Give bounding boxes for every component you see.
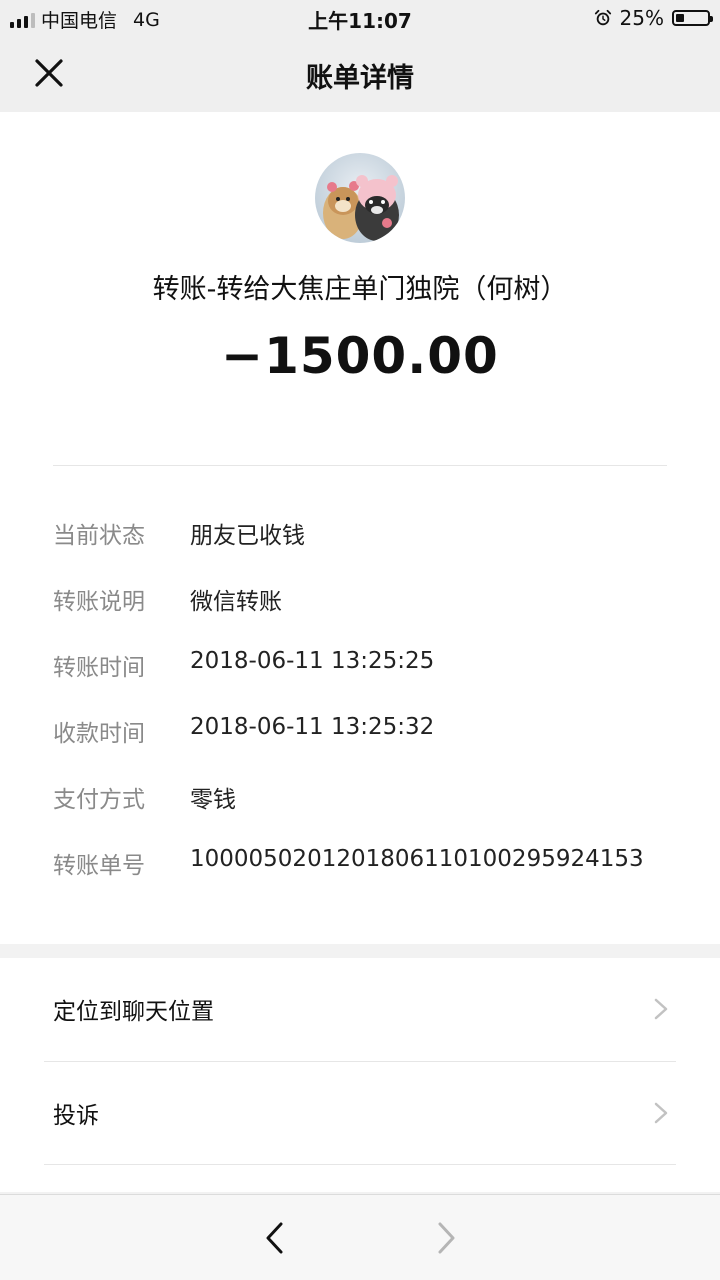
divider [53,465,667,466]
detail-value: 微信转账 [190,589,282,615]
transaction-amount: −1500.00 [221,327,499,385]
locate-in-chat-item[interactable]: 定位到聊天位置 [0,958,720,1060]
bottom-toolbar [0,1194,720,1280]
back-arrow-icon[interactable] [262,1221,288,1255]
detail-label: 收款时间 [53,721,145,747]
action-list: 定位到聊天位置 投诉 [0,958,720,1192]
divider [44,1164,676,1165]
action-label: 定位到聊天位置 [53,999,214,1025]
detail-row-status: 当前状态 朋友已收钱 [53,502,673,568]
page-title: 账单详情 [306,63,414,94]
detail-value: 2018-06-11 13:25:32 [190,714,435,740]
avatar-image [315,153,405,243]
status-bar: 中国电信 4G 上午11:07 25% [0,0,720,36]
forward-arrow-icon[interactable] [433,1221,459,1255]
detail-value: 2018-06-11 13:25:25 [190,648,435,674]
bill-detail-card: 转账-转给大焦庄单门独院（何树） −1500.00 当前状态 朋友已收钱 转账说… [0,112,720,944]
status-right: 25% [594,6,713,30]
action-label: 投诉 [53,1103,99,1129]
detail-label: 支付方式 [53,787,145,813]
detail-label: 转账单号 [53,853,145,879]
detail-row-note: 转账说明 微信转账 [53,568,673,634]
detail-row-transfer-time: 转账时间 2018-06-11 13:25:25 [53,634,673,700]
detail-value: 零钱 [190,787,236,813]
alarm-icon [594,9,611,26]
detail-label: 当前状态 [53,523,145,549]
complaint-item[interactable]: 投诉 [0,1062,720,1164]
navigation-bar: 账单详情 [0,36,720,112]
payee-title: 转账-转给大焦庄单门独院（何树） [152,274,568,305]
battery-icon [672,10,713,26]
battery-fill [676,14,684,22]
detail-label: 转账说明 [53,589,145,615]
battery-percentage: 25% [619,6,664,30]
chevron-right-icon [654,998,668,1020]
detail-row-payment-method: 支付方式 零钱 [53,766,673,832]
chevron-right-icon [654,1102,668,1124]
detail-row-transfer-id: 转账单号 1000050201201806110100295924153 [53,832,673,898]
detail-label: 转账时间 [53,655,145,681]
detail-value: 1000050201201806110100295924153 [190,846,644,872]
detail-row-receive-time: 收款时间 2018-06-11 13:25:32 [53,700,673,766]
transaction-details: 当前状态 朋友已收钱 转账说明 微信转账 转账时间 2018-06-11 13:… [53,502,673,898]
avatar [315,153,405,243]
detail-value: 朋友已收钱 [190,523,305,549]
